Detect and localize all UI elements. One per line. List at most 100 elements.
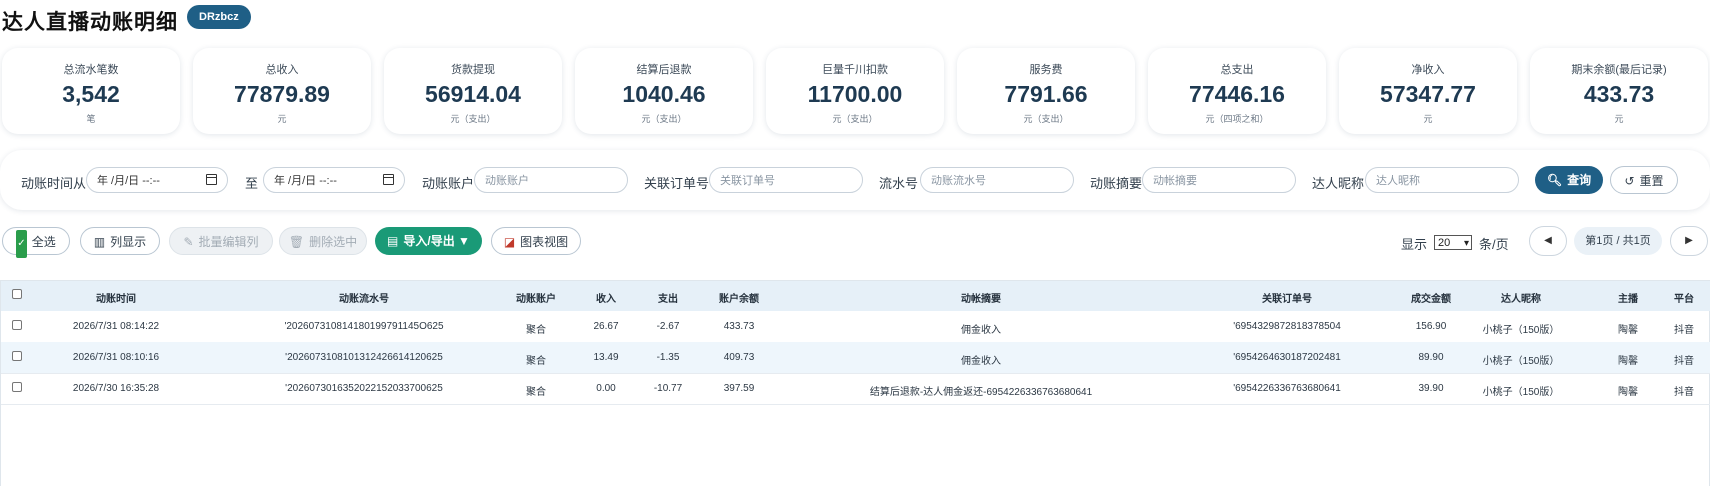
- page-size-select[interactable]: 20: [1434, 235, 1472, 251]
- batch-edit-label: 批量编辑列: [198, 235, 259, 249]
- stat-card-service-fee: 服务费 7791.66 元（支出）: [957, 48, 1135, 134]
- stat-label: 服务费: [1029, 64, 1063, 76]
- header-checkbox[interactable]: [12, 289, 22, 299]
- col-order[interactable]: 关联订单号: [1197, 290, 1377, 305]
- stat-unit: 元（支出）: [641, 114, 687, 124]
- calendar-icon[interactable]: [383, 174, 394, 185]
- cell-balance: 397.59: [723, 383, 755, 394]
- file-icon: ▤: [387, 234, 399, 248]
- cell-anchor: 陶馨: [1618, 387, 1638, 398]
- col-summary[interactable]: 动帐摘要: [861, 290, 1101, 305]
- col-deal-amount[interactable]: 成交金额: [1396, 290, 1466, 305]
- columns-button[interactable]: ▥ 列显示: [80, 227, 160, 255]
- row-checkbox[interactable]: [12, 351, 22, 361]
- stat-label: 净收入: [1411, 64, 1445, 76]
- stat-unit: 元: [1614, 114, 1624, 124]
- col-income[interactable]: 收入: [586, 290, 626, 305]
- date-to-value: 年 /月/日 --:--: [274, 175, 337, 187]
- delete-selected-button[interactable]: 🗑︎ 删除选中: [279, 227, 367, 255]
- cell-deal-amount: 156.90: [1415, 321, 1447, 332]
- filter-bar: 动账时间从 年 /月/日 --:-- 至 年 /月/日 --:-- 动账账户 动…: [0, 150, 1710, 210]
- cell-platform: 抖音: [1674, 387, 1694, 398]
- query-button[interactable]: 🔍︎ 查询: [1535, 166, 1603, 194]
- col-anchor[interactable]: 主播: [1613, 290, 1643, 305]
- cell-platform: 抖音: [1674, 325, 1694, 336]
- stat-unit: 元（支出）: [1023, 114, 1069, 124]
- calendar-icon[interactable]: [206, 174, 217, 185]
- row-checkbox[interactable]: [12, 320, 22, 330]
- stat-value: 1040.46: [622, 81, 706, 107]
- col-balance[interactable]: 账户余额: [708, 290, 770, 305]
- time-from-label: 动账时间从: [21, 176, 87, 191]
- row-checkbox[interactable]: [12, 382, 22, 392]
- cell-serial: '2026073108101312426614120625: [285, 352, 443, 363]
- serial-input[interactable]: 动账流水号: [920, 167, 1074, 193]
- select-all-button[interactable]: ✓ 全选: [2, 227, 70, 258]
- select-all-label: 全选: [31, 235, 56, 249]
- col-time[interactable]: 动账时间: [66, 290, 166, 305]
- import-export-label: 导入/导出 ▼: [403, 234, 470, 248]
- date-from-value: 年 /月/日 --:--: [97, 175, 160, 187]
- prev-page-button[interactable]: ◀: [1529, 226, 1567, 256]
- page-title: 达人直播动账明细: [2, 11, 178, 34]
- page-info: 第1页 / 共1页: [1574, 227, 1662, 255]
- cell-time: 2026/7/30 16:35:28: [72, 383, 160, 394]
- next-page-button[interactable]: ▶: [1670, 226, 1708, 256]
- stat-card-ad-deduction: 巨量千川扣款 11700.00 元（支出）: [766, 48, 944, 134]
- batch-edit-button[interactable]: ✎ 批量编辑列: [169, 227, 273, 255]
- summary-input[interactable]: 动帐摘要: [1142, 167, 1296, 193]
- cell-account: 聚合: [526, 387, 546, 398]
- date-to-input[interactable]: 年 /月/日 --:--: [263, 167, 405, 193]
- edit-icon: ✎: [183, 235, 194, 249]
- order-input[interactable]: 关联订单号: [709, 167, 863, 193]
- cell-anchor: 陶馨: [1618, 356, 1638, 367]
- table-header: 动账时间 动账流水号 动账账户 收入 支出 账户余额 动帐摘要 关联订单号 成交…: [1, 281, 1710, 311]
- cell-serial: '202607310814180199791145O625: [284, 321, 444, 332]
- table-row[interactable]: 2026/7/30 16:35:28 '20260730163520221520…: [1, 373, 1710, 405]
- stat-card-net-income: 净收入 57347.77 元: [1339, 48, 1517, 134]
- user-badge[interactable]: DRzbcz: [187, 5, 251, 29]
- stat-card-refund: 结算后退款 1040.46 元（支出）: [575, 48, 753, 134]
- stat-card-total-income: 总收入 77879.89 元: [193, 48, 371, 134]
- transactions-table: 动账时间 动账流水号 动账账户 收入 支出 账户余额 动帐摘要 关联订单号 成交…: [0, 280, 1710, 486]
- account-label: 动账账户: [422, 176, 475, 191]
- col-nickname[interactable]: 达人昵称: [1466, 290, 1576, 305]
- col-expense[interactable]: 支出: [648, 290, 688, 305]
- stat-label: 期末余额(最后记录): [1571, 64, 1667, 76]
- import-export-button[interactable]: ▤ 导入/导出 ▼: [375, 227, 482, 255]
- table-row[interactable]: 2026/7/31 08:14:22 '20260731081418019979…: [1, 311, 1710, 343]
- cell-summary: 佣金收入: [961, 356, 1001, 367]
- table-row[interactable]: 2026/7/31 08:10:16 '20260731081013124266…: [1, 342, 1710, 374]
- stat-card-withdrawal: 货款提现 56914.04 元（支出）: [384, 48, 562, 134]
- stat-value: 7791.66: [1004, 81, 1088, 107]
- trash-icon: 🗑︎: [288, 235, 305, 249]
- stat-unit: 元（四项之和）: [1205, 114, 1269, 124]
- stat-unit: 笔: [86, 114, 96, 124]
- account-input[interactable]: 动账账户: [474, 167, 628, 193]
- search-icon: 🔍︎: [1546, 173, 1563, 187]
- nick-label: 达人昵称: [1312, 176, 1365, 191]
- cell-deal-amount: 89.90: [1418, 352, 1444, 363]
- col-platform[interactable]: 平台: [1669, 290, 1699, 305]
- date-from-input[interactable]: 年 /月/日 --:--: [86, 167, 228, 193]
- cell-account: 聚合: [526, 325, 546, 336]
- stat-unit: 元: [1423, 114, 1433, 124]
- cell-order: '6954264630187202481: [1233, 352, 1341, 363]
- order-label: 关联订单号: [644, 176, 710, 191]
- cell-nickname: 小桃子（150版）: [1482, 325, 1560, 336]
- checkbox-icon: ✓: [16, 230, 27, 258]
- per-page-label: 条/页: [1479, 237, 1509, 252]
- nick-input[interactable]: 达人昵称: [1365, 167, 1519, 193]
- stat-value: 77879.89: [234, 81, 330, 107]
- col-account[interactable]: 动账账户: [496, 290, 576, 305]
- col-serial[interactable]: 动账流水号: [254, 290, 474, 305]
- summary-label: 动账摘要: [1090, 176, 1143, 191]
- cell-nickname: 小桃子（150版）: [1482, 387, 1560, 398]
- query-button-label: 查询: [1567, 173, 1592, 187]
- cell-nickname: 小桃子（150版）: [1482, 356, 1560, 367]
- cell-expense: -1.35: [656, 352, 680, 363]
- chart-view-button[interactable]: ◪ 图表视图: [491, 227, 581, 255]
- reset-button[interactable]: ↺ 重置: [1610, 166, 1678, 194]
- cell-deal-amount: 39.90: [1418, 383, 1444, 394]
- stat-value: 57347.77: [1380, 81, 1476, 107]
